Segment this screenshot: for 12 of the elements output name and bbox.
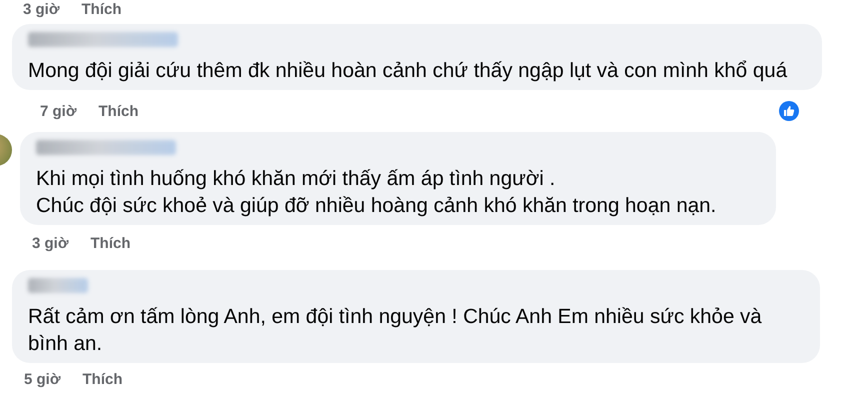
comment-time[interactable]: 3 giờ — [23, 0, 60, 18]
comment-time[interactable]: 7 giờ — [40, 102, 77, 120]
comment-time[interactable]: 3 giờ — [32, 234, 69, 252]
blurred-name — [28, 278, 88, 293]
comment-text: Khi mọi tình huống khó khăn mới thấy ấm áp tình người . Chúc đội sức khoẻ và giúp đỡ nhiều hoàng cảnh khó khăn trong hoạn nạn. — [36, 166, 718, 219]
like-link[interactable]: Thích — [82, 370, 123, 388]
like-link[interactable]: Thích — [90, 234, 131, 252]
comment-text: Rất cảm ơn tấm lòng Anh, em đội tình nguyện ! Chúc Anh Em nhiều sức khỏe và bình an. — [28, 304, 763, 357]
like-link[interactable]: Thích — [98, 102, 139, 120]
comment-time[interactable]: 5 giờ — [24, 370, 61, 388]
comment-text: Mong đội giải cứu thêm đk nhiều hoàn cảnh chứ thấy ngập lụt và con mình khổ quá — [28, 58, 788, 84]
like-link[interactable]: Thích — [82, 0, 122, 18]
